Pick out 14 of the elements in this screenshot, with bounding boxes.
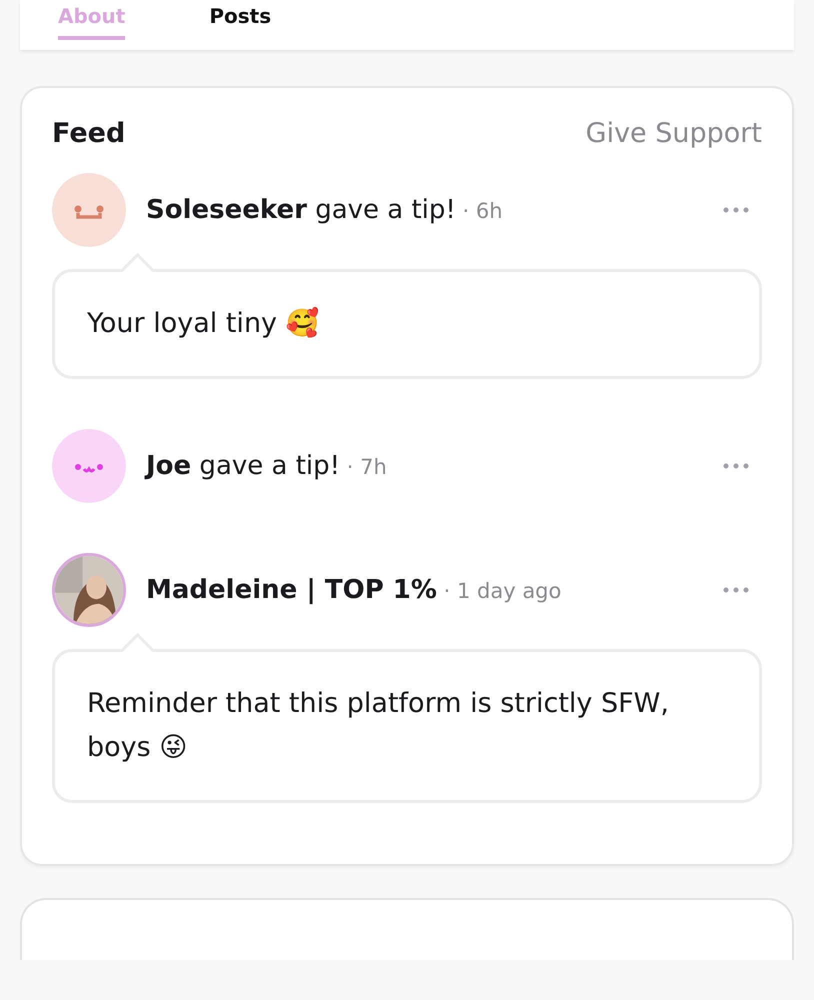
give-support-link[interactable]: Give Support [586, 118, 762, 149]
avatar[interactable] [52, 173, 126, 247]
feed-entry-text: Soleseeker gave a tip! · 6h [146, 195, 504, 225]
avatar[interactable] [52, 429, 126, 503]
more-options-icon[interactable] [722, 462, 750, 470]
message-text: Your loyal tiny 🥰 [87, 308, 320, 339]
message-text: Reminder that this platform is strictly SFW, boys 😜 [87, 688, 669, 763]
feed-title: Feed [52, 118, 126, 149]
tab[interactable]: Posts [209, 4, 272, 40]
feed-entry-text: Madeleine | TOP 1% · 1 day ago [146, 575, 562, 605]
feed-entry-text: Joe gave a tip! · 7h [146, 451, 388, 481]
more-options-icon[interactable] [722, 586, 750, 594]
more-options-icon[interactable] [722, 206, 750, 214]
tab[interactable]: About [58, 4, 126, 40]
